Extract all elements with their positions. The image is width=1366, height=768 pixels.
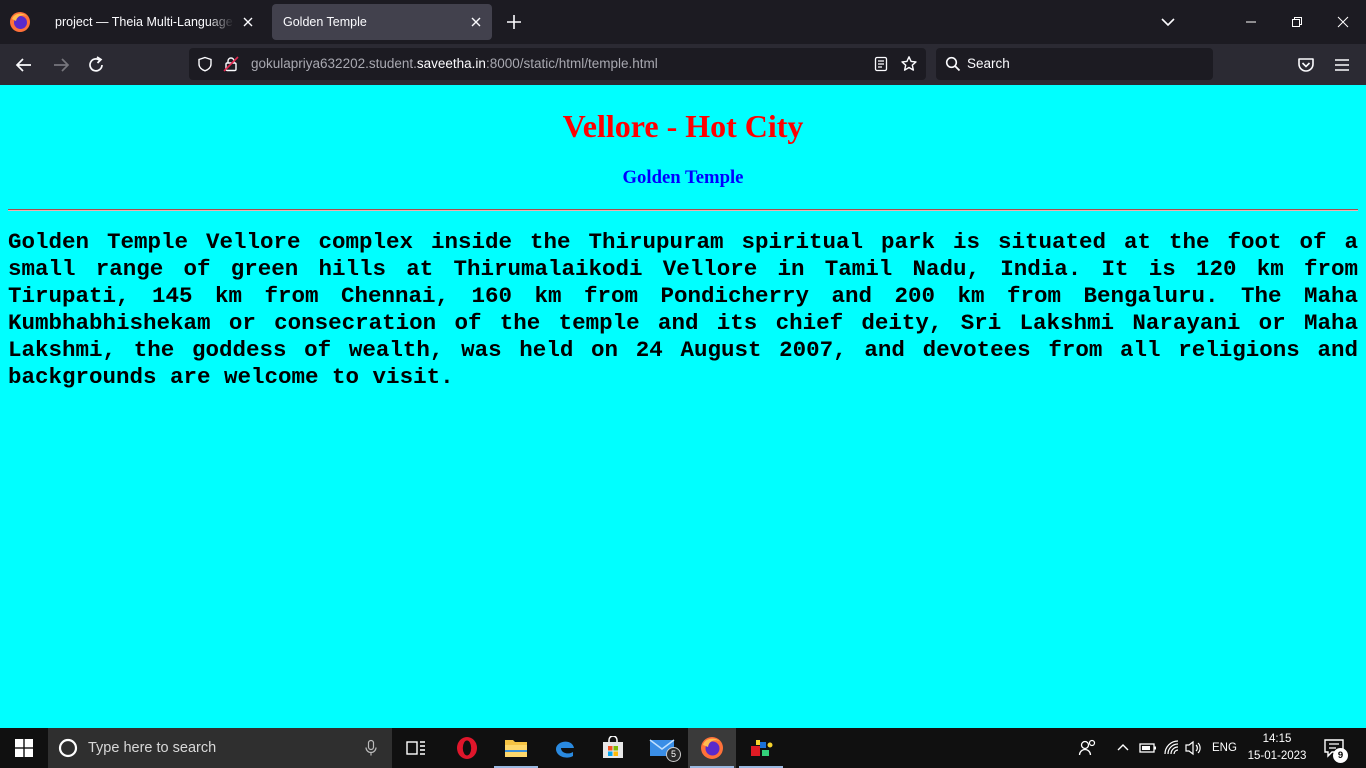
insecure-lock-icon[interactable] bbox=[223, 56, 239, 72]
opera-taskbar-button[interactable] bbox=[443, 728, 491, 768]
url-path: :8000/static/html/temple.html bbox=[485, 56, 658, 71]
tab-golden-temple[interactable]: Golden Temple bbox=[272, 4, 492, 40]
back-arrow-icon[interactable] bbox=[13, 54, 35, 76]
wifi-icon[interactable] bbox=[1162, 738, 1182, 758]
tab-title: Golden Temple bbox=[283, 15, 367, 29]
chevron-up-icon[interactable] bbox=[1113, 738, 1133, 758]
page-heading: Vellore - Hot City bbox=[562, 108, 804, 144]
bookmark-star-icon[interactable] bbox=[900, 55, 918, 73]
firefox-taskbar-button[interactable] bbox=[688, 728, 736, 768]
cortana-circle-icon bbox=[58, 738, 78, 758]
tab-bar: project — Theia Multi-Language Ex Golden… bbox=[0, 0, 1366, 44]
windows-taskbar: Type here to search 5 ENG 14:15 15-01-20… bbox=[0, 728, 1366, 768]
url-domain: saveetha.in bbox=[416, 56, 486, 71]
system-clock[interactable]: 14:15 15-01-2023 bbox=[1246, 731, 1308, 765]
new-tab-icon[interactable] bbox=[504, 12, 524, 32]
start-button[interactable] bbox=[0, 728, 48, 768]
mail-unread-badge: 5 bbox=[666, 747, 681, 762]
taskbar-search-box[interactable]: Type here to search bbox=[48, 728, 392, 768]
clock-date: 15-01-2023 bbox=[1247, 750, 1307, 762]
minimize-icon bbox=[1246, 21, 1256, 23]
mail-taskbar-button[interactable]: 5 bbox=[638, 728, 686, 768]
edge-icon bbox=[556, 741, 574, 758]
store-taskbar-button[interactable] bbox=[589, 728, 637, 768]
notification-count-badge: 9 bbox=[1333, 748, 1348, 763]
folder-icon bbox=[505, 740, 527, 757]
reader-view-icon[interactable] bbox=[873, 56, 889, 72]
app-taskbar-button[interactable] bbox=[737, 728, 785, 768]
reload-icon[interactable] bbox=[85, 54, 107, 76]
close-window-button[interactable] bbox=[1320, 0, 1366, 44]
close-tab-icon[interactable] bbox=[468, 14, 484, 30]
address-bar[interactable]: gokulapriya632202.student.saveetha.in:80… bbox=[189, 48, 926, 80]
restore-button[interactable] bbox=[1274, 0, 1320, 44]
hamburger-menu-icon[interactable] bbox=[1332, 55, 1352, 75]
colorful-app-icon bbox=[751, 740, 773, 756]
forward-arrow-icon[interactable] bbox=[50, 54, 72, 76]
input-language-indicator[interactable]: ENG bbox=[1212, 728, 1237, 768]
file-explorer-taskbar-button[interactable] bbox=[492, 728, 540, 768]
temple-description: Golden Temple Vellore complex inside the… bbox=[8, 229, 1358, 390]
tracking-protection-shield-icon[interactable] bbox=[197, 56, 213, 72]
task-view-icon bbox=[406, 741, 425, 755]
store-bag-icon bbox=[603, 736, 623, 758]
clock-time: 14:15 bbox=[1262, 733, 1292, 745]
firefox-menu-icon[interactable] bbox=[8, 10, 32, 34]
horizontal-rule bbox=[8, 209, 1358, 211]
close-icon bbox=[1337, 16, 1349, 28]
web-page-content: Vellore - Hot City Golden Temple Golden … bbox=[0, 85, 1366, 728]
firefox-icon bbox=[701, 737, 723, 759]
chevron-down-icon[interactable] bbox=[1158, 12, 1178, 32]
edge-taskbar-button[interactable] bbox=[541, 728, 589, 768]
opera-icon bbox=[457, 737, 477, 759]
close-tab-icon[interactable] bbox=[240, 14, 256, 30]
minimize-button[interactable] bbox=[1228, 0, 1274, 44]
tab-project[interactable]: project — Theia Multi-Language Ex bbox=[44, 4, 264, 40]
volume-icon[interactable] bbox=[1184, 738, 1204, 758]
navigation-toolbar: gokulapriya632202.student.saveetha.in:80… bbox=[0, 44, 1366, 85]
url-text[interactable]: gokulapriya632202.student.saveetha.in:80… bbox=[251, 48, 658, 80]
search-placeholder: Search bbox=[967, 56, 1010, 71]
windows-logo-icon bbox=[15, 739, 33, 757]
microphone-icon[interactable] bbox=[362, 739, 380, 757]
search-icon bbox=[945, 56, 961, 72]
taskbar-search-placeholder: Type here to search bbox=[88, 740, 217, 756]
restore-icon bbox=[1292, 17, 1302, 27]
pocket-icon[interactable] bbox=[1296, 55, 1316, 75]
search-bar[interactable]: Search bbox=[936, 48, 1213, 80]
tab-title: project — Theia Multi-Language Ex bbox=[55, 15, 234, 29]
url-host-prefix: gokulapriya632202.student. bbox=[251, 56, 417, 71]
page-subheading: Golden Temple bbox=[622, 167, 744, 188]
task-view-button[interactable] bbox=[392, 728, 440, 768]
people-icon[interactable] bbox=[1078, 738, 1098, 758]
battery-icon[interactable] bbox=[1138, 738, 1158, 758]
